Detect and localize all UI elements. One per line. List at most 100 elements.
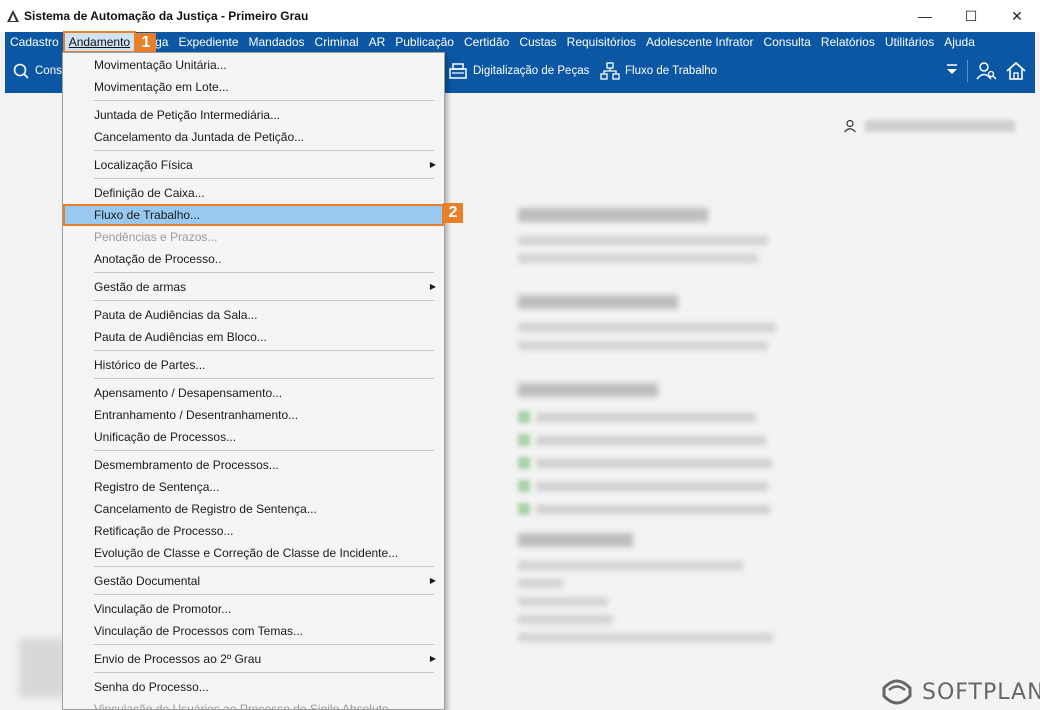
submenu-arrow-icon: ▶ (429, 576, 436, 585)
menu-item-0[interactable]: Movimentação Unitária... (63, 54, 444, 76)
menu-item-19[interactable]: Retificação de Processo... (63, 520, 444, 542)
menu-item-18[interactable]: Cancelamento de Registro de Sentença... (63, 498, 444, 520)
menu-separator (94, 378, 434, 379)
title-bar: Sistema de Automação da Justiça - Primei… (0, 0, 1040, 32)
menu-separator (94, 100, 434, 101)
menu-cadastro[interactable]: Cadastro (5, 32, 64, 52)
menu-ar[interactable]: AR (364, 32, 391, 52)
toolbar-fluxo-button[interactable]: Fluxo de Trabalho (600, 62, 717, 80)
menu-item-label: Evolução de Classe e Correção de Classe … (94, 546, 399, 560)
user-search-icon (976, 62, 997, 80)
menu-separator (94, 644, 434, 645)
toolbar-digitalizacao-button[interactable]: Digitalização de Peças (448, 62, 589, 80)
menu-item-1[interactable]: Movimentação em Lote... (63, 76, 444, 98)
workflow-icon (600, 62, 620, 80)
menu-separator (94, 150, 434, 151)
menu-item-16[interactable]: Desmembramento de Processos... (63, 454, 444, 476)
menu-item-label: Anotação de Processo.. (94, 252, 222, 266)
menu-item-3[interactable]: Cancelamento da Juntada de Petição... (63, 126, 444, 148)
menu-separator (94, 450, 434, 451)
menu-consulta[interactable]: Consulta (758, 32, 815, 52)
menu-item-label: Cancelamento de Registro de Sentença... (94, 502, 317, 516)
menu-item-11[interactable]: Pauta de Audiências em Bloco... (63, 326, 444, 348)
menu-item-5[interactable]: Definição de Caixa... (63, 182, 444, 204)
menu-certidao[interactable]: Certidão (459, 32, 514, 52)
menu-separator (94, 178, 434, 179)
menu-item-21[interactable]: Gestão Documental ▶ (63, 570, 444, 592)
menu-item-label: Localização Física (94, 158, 193, 172)
menu-item-10[interactable]: Pauta de Audiências da Sala... (63, 304, 444, 326)
menu-item-22[interactable]: Vinculação de Promotor... (63, 598, 444, 620)
menu-separator (94, 566, 434, 567)
user-icon (844, 119, 856, 133)
menu-item-label: Envio de Processos ao 2º Grau (94, 652, 262, 666)
menu-item-label: Definição de Caixa... (94, 186, 205, 200)
menu-item-8[interactable]: Anotação de Processo.. (63, 248, 444, 270)
home-icon (1006, 61, 1026, 80)
menu-utilitarios[interactable]: Utilitários (880, 32, 939, 52)
menu-item-label: Cancelamento da Juntada de Petição... (94, 130, 305, 144)
menu-item-9[interactable]: Gestão de armas ▶ (63, 276, 444, 298)
user-search-button[interactable] (975, 60, 1002, 82)
menu-separator (94, 272, 434, 273)
blurred-panel-3 (518, 383, 788, 526)
user-info (843, 119, 1015, 133)
maximize-icon[interactable]: ☐ (948, 0, 994, 32)
menu-item-15[interactable]: Unificação de Processos... (63, 426, 444, 448)
menu-item-23[interactable]: Vinculação de Processos com Temas... (63, 620, 444, 642)
menu-item-17[interactable]: Registro de Sentença... (63, 476, 444, 498)
menu-item-label: Retificação de Processo... (94, 524, 234, 538)
toolbar-consulta-label: Cons (35, 65, 62, 77)
toolbar-more-button[interactable] (945, 62, 964, 78)
menu-item-label: Entranhamento / Desentranhamento... (94, 408, 299, 422)
menu-item-label: Vinculação de Usuários ao Processo de Si… (94, 702, 399, 710)
menu-item-26: Vinculação de Usuários ao Processo de Si… (63, 698, 444, 710)
menu-requisitorios[interactable]: Requisitórios (562, 32, 641, 52)
app-logo-icon (7, 10, 19, 22)
menu-item-6[interactable]: Fluxo de Trabalho... (63, 204, 444, 226)
menu-mandados[interactable]: Mandados (244, 32, 310, 52)
menu-item-13[interactable]: Apensamento / Desapensamento... (63, 382, 444, 404)
menu-criminal[interactable]: Criminal (310, 32, 364, 52)
menu-item-label: Registro de Sentença... (94, 480, 220, 494)
menu-andamento[interactable]: Andamento (62, 31, 137, 53)
menu-item-label: Movimentação Unitária... (94, 58, 227, 72)
softplan-logo-text: SOFTPLAN (922, 679, 1040, 705)
menu-separator (94, 300, 434, 301)
menu-item-4[interactable]: Localização Física ▶ (63, 154, 444, 176)
menu-expediente[interactable]: Expediente (173, 32, 243, 52)
menu-item-14[interactable]: Entranhamento / Desentranhamento... (63, 404, 444, 426)
menu-item-label: Juntada de Petição Intermediária... (94, 108, 281, 122)
window-title: Sistema de Automação da Justiça - Primei… (24, 9, 309, 23)
menu-item-2[interactable]: Juntada de Petição Intermediária... (63, 104, 444, 126)
menu-item-25[interactable]: Senha do Processo... (63, 676, 444, 698)
menu-separator (94, 672, 434, 673)
menu-item-label: Vinculação de Promotor... (94, 602, 232, 616)
menu-item-label: Gestão Documental (94, 574, 201, 588)
blurred-panel-2 (518, 295, 788, 359)
close-icon[interactable]: ✕ (994, 0, 1040, 32)
toolbar-fluxo-label: Fluxo de Trabalho (625, 65, 718, 77)
menu-ajuda[interactable]: Ajuda (939, 32, 980, 52)
menu-item-24[interactable]: Envio de Processos ao 2º Grau ▶ (63, 648, 444, 670)
menu-item-7: Pendências e Prazos... (63, 226, 444, 248)
submenu-arrow-icon: ▶ (429, 654, 436, 663)
menu-adolescente-infrator[interactable]: Adolescente Infrator (641, 32, 758, 52)
callout-badge-1: 1 (136, 33, 156, 53)
menu-separator (94, 594, 434, 595)
menu-custas[interactable]: Custas (514, 32, 561, 52)
menu-item-label: Fluxo de Trabalho... (94, 208, 201, 222)
menu-item-label: Apensamento / Desapensamento... (94, 386, 283, 400)
menu-relatorios[interactable]: Relatórios (816, 32, 880, 52)
toolbar-consulta-button[interactable]: Cons (12, 62, 62, 80)
menu-item-20[interactable]: Evolução de Classe e Correção de Classe … (63, 542, 444, 564)
submenu-arrow-icon: ▶ (429, 282, 436, 291)
menu-publicacao[interactable]: Publicação (390, 32, 459, 52)
callout-badge-2: 2 (443, 203, 463, 223)
menu-bar: Cadastro Andamento ga Expediente Mandado… (5, 31, 1035, 53)
menu-item-12[interactable]: Histórico de Partes... (63, 354, 444, 376)
minimize-icon[interactable]: — (902, 0, 948, 32)
home-button[interactable] (1005, 60, 1032, 82)
menu-item-label: Senha do Processo... (94, 680, 209, 694)
toolbar-divider (967, 60, 968, 82)
